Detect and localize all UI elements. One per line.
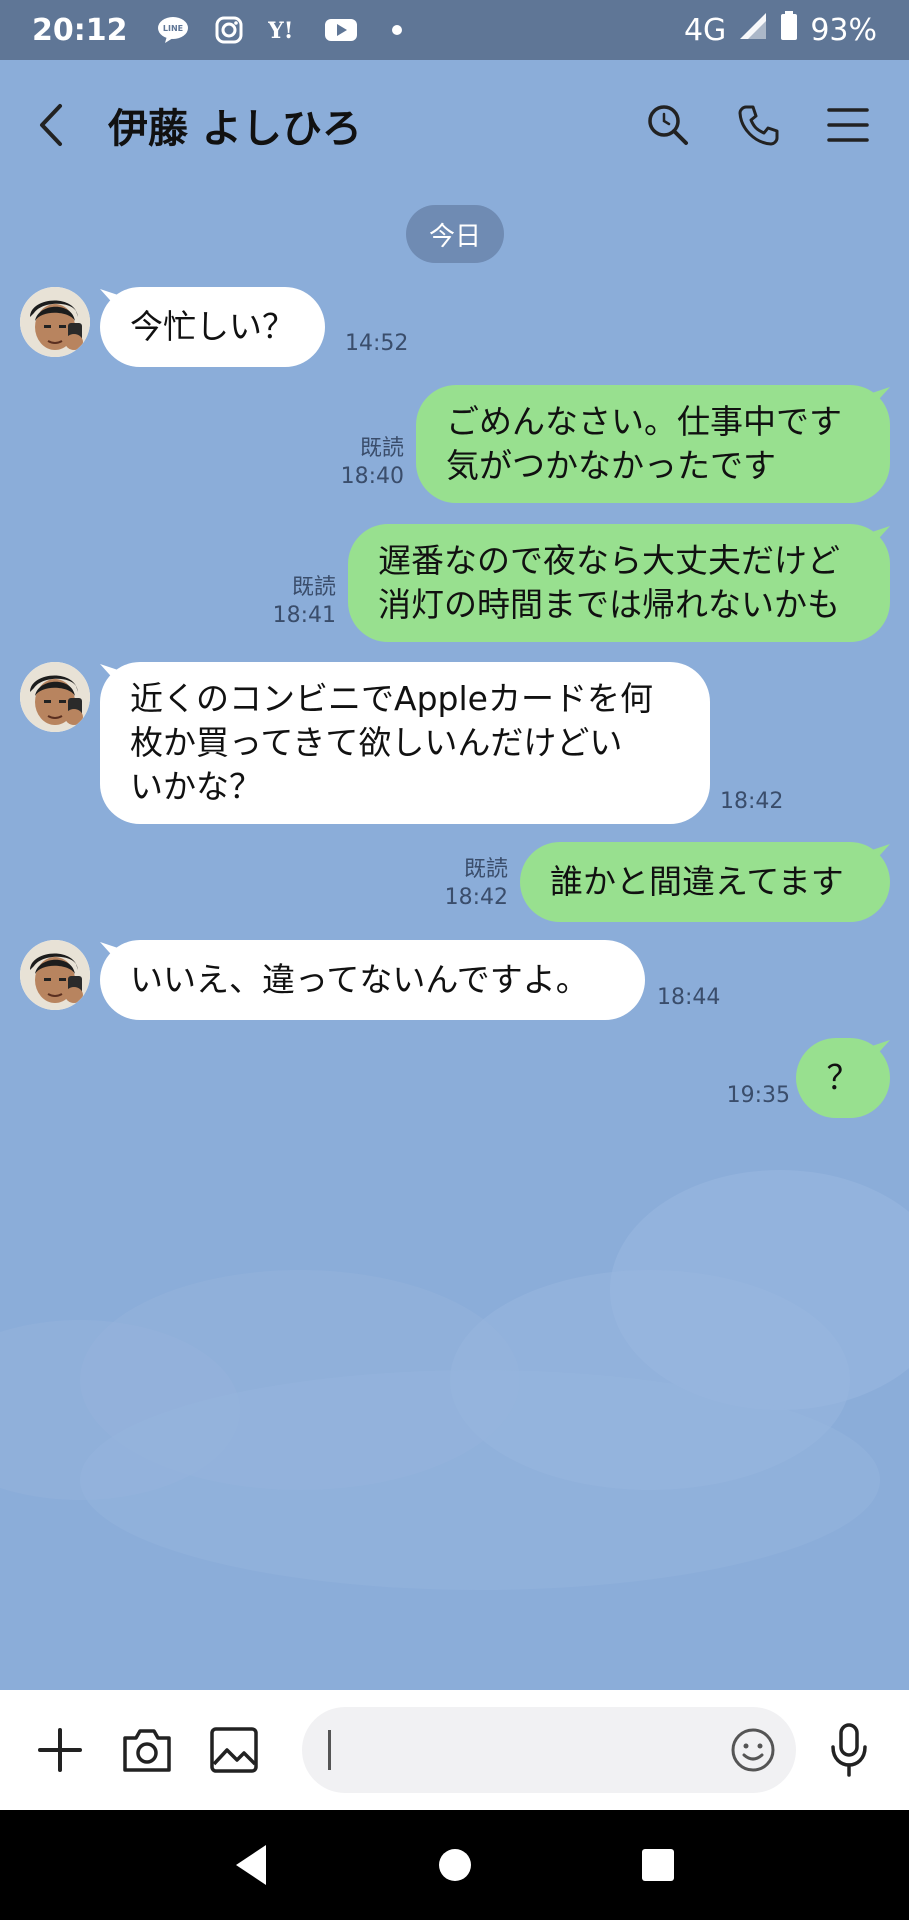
message-meta: 18:44 — [657, 984, 720, 1012]
notification-icons: LINE Y! — [156, 15, 414, 45]
message-meta: 19:35 — [720, 1082, 790, 1110]
status-time: 20:12 — [32, 12, 128, 48]
message-meta: 既読 18:40 — [330, 435, 404, 491]
mic-icon[interactable] — [820, 1720, 879, 1780]
bubble-tail — [872, 844, 890, 864]
message-bubble-incoming[interactable]: 今忙しい？ — [100, 287, 325, 367]
message-bubble-outgoing[interactable]: 誰かと間違えてます — [520, 842, 890, 922]
message-time: 14:52 — [345, 331, 409, 356]
message-text: 遅番なので夜なら大丈夫だけど 消灯の時間までは帰れないかも — [378, 541, 840, 624]
message-text: ごめんなさい。仕事中です 気がつかなかったです — [446, 402, 842, 485]
youtube-icon — [324, 15, 358, 45]
message-text: 近くのコンビニでAppleカードを何 枚か買ってきて欲しいんだけどい いかな？ — [130, 679, 653, 806]
avatar[interactable] — [20, 662, 90, 732]
read-receipt: 既読 — [359, 436, 404, 461]
svg-text:LINE: LINE — [162, 24, 182, 33]
chat-title: 伊藤 よしひろ — [108, 106, 362, 152]
message-meta: 既読 18:41 — [262, 574, 336, 630]
message-input-bar — [0, 1690, 909, 1810]
message-time: 19:35 — [726, 1083, 790, 1108]
text-caret — [327, 1730, 331, 1770]
read-receipt: 既読 — [463, 857, 508, 882]
svg-text:Y!: Y! — [268, 18, 293, 43]
message-bubble-outgoing[interactable]: ごめんなさい。仕事中です 気がつかなかったです — [416, 385, 890, 503]
message-text: ？ — [826, 1058, 860, 1097]
message-time: 18:41 — [272, 603, 336, 628]
message-text: 誰かと間違えてます — [550, 862, 844, 901]
chat-header: 伊藤 よしひろ — [0, 60, 909, 190]
message-text: 今忙しい？ — [130, 307, 295, 346]
line-icon: LINE — [156, 15, 190, 45]
message-time: 18:42 — [444, 885, 508, 910]
read-receipt: 既読 — [291, 575, 336, 600]
message-bubble-outgoing[interactable]: 遅番なので夜なら大丈夫だけど 消灯の時間までは帰れないかも — [348, 524, 890, 642]
cloud-background — [0, 1170, 909, 1590]
battery-percent: 93% — [810, 12, 877, 48]
avatar[interactable] — [20, 287, 90, 357]
search-icon[interactable] — [643, 100, 693, 150]
emoji-icon[interactable] — [730, 1727, 776, 1773]
avatar[interactable] — [20, 940, 90, 1010]
bubble-tail — [872, 387, 890, 407]
message-meta: 18:42 — [720, 788, 783, 816]
nav-home-icon[interactable] — [430, 1840, 480, 1890]
network-type: 4G — [683, 12, 727, 48]
nav-back-icon[interactable] — [227, 1840, 277, 1890]
message-bubble-incoming[interactable]: いいえ、違ってないんですよ。 — [100, 940, 645, 1020]
message-time: 18:44 — [657, 985, 721, 1010]
camera-icon[interactable] — [117, 1720, 176, 1780]
menu-icon[interactable] — [823, 100, 873, 150]
image-icon[interactable] — [204, 1720, 263, 1780]
bubble-tail — [872, 526, 890, 546]
signal-icon — [738, 11, 768, 49]
status-bar: 20:12 LINE Y! 4G 93% — [0, 0, 909, 60]
phone-icon[interactable] — [733, 100, 783, 150]
message-time: 18:40 — [340, 464, 404, 489]
message-input[interactable] — [301, 1707, 796, 1793]
yahoo-icon: Y! — [268, 15, 302, 45]
bubble-tail — [872, 1040, 890, 1060]
instagram-icon — [212, 15, 246, 45]
battery-icon — [780, 11, 798, 49]
back-icon[interactable] — [36, 95, 86, 155]
message-time: 18:42 — [720, 789, 784, 814]
message-text: いいえ、違ってないんですよ。 — [130, 960, 589, 999]
plus-icon[interactable] — [30, 1720, 89, 1780]
message-meta: 14:52 — [345, 330, 408, 358]
dot-icon — [380, 15, 414, 45]
nav-recents-icon[interactable] — [633, 1840, 683, 1890]
message-meta: 既読 18:42 — [434, 856, 508, 912]
date-separator: 今日 — [406, 205, 504, 263]
system-nav-bar — [0, 1810, 909, 1920]
message-bubble-incoming[interactable]: 近くのコンビニでAppleカードを何 枚か買ってきて欲しいんだけどい いかな？ — [100, 662, 710, 824]
